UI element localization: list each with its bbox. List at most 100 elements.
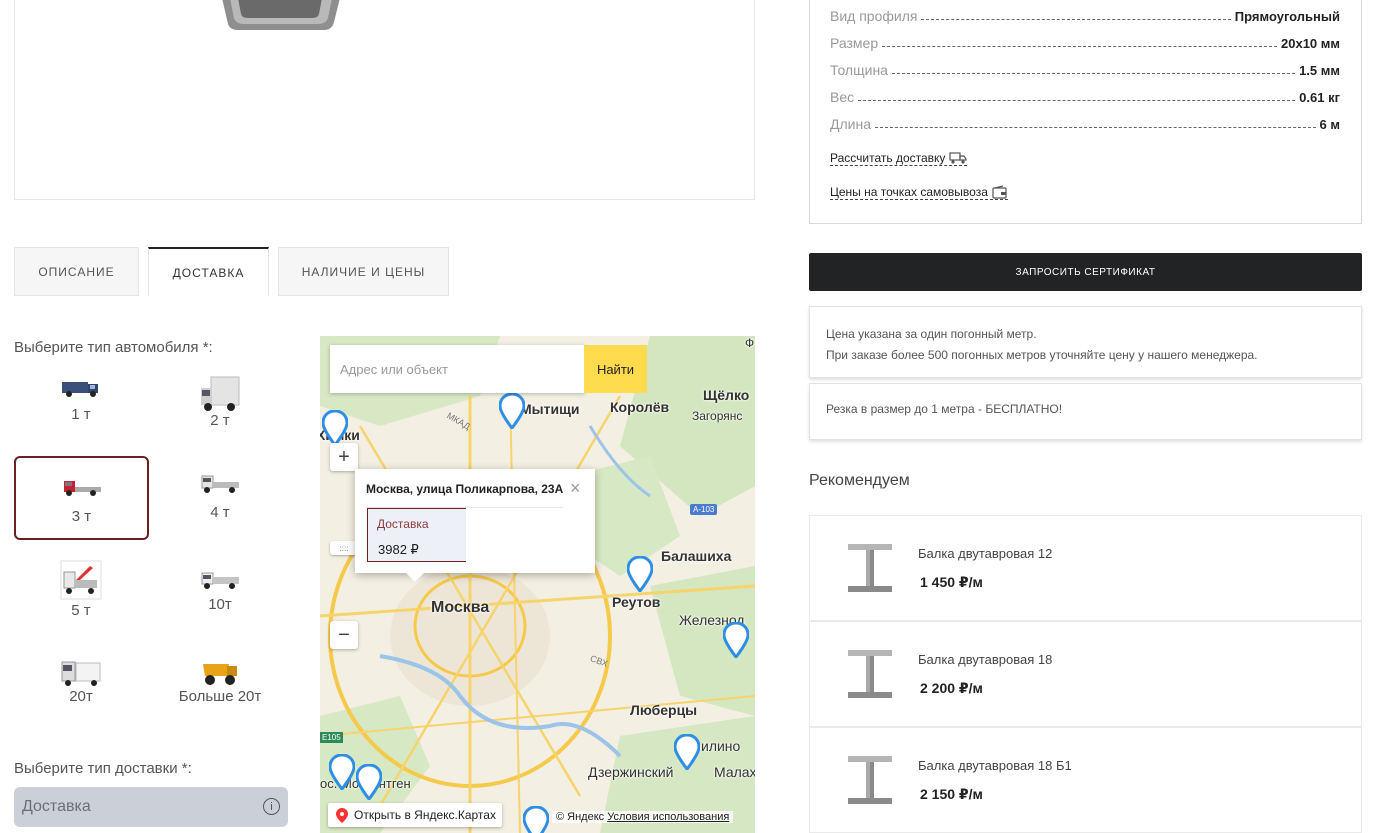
map-city-label: Балашиха	[661, 548, 732, 564]
tab-delivery[interactable]: Доставка	[148, 247, 269, 296]
vehicle-option-5t[interactable]: 5 т	[16, 552, 146, 636]
map-pin-icon[interactable]	[356, 764, 382, 800]
map-search-button[interactable]: Найти	[584, 345, 647, 393]
vehicle-option-4t[interactable]: 4 т	[155, 460, 285, 544]
recommend-item[interactable]: Балка двутавровая 18 2 200 ₽/м	[809, 621, 1362, 727]
map-pin-icon[interactable]	[723, 622, 749, 658]
map-city-label: Загорянс	[692, 409, 743, 423]
map-pin-icon[interactable]	[674, 734, 700, 770]
spec-dots	[875, 127, 1316, 128]
map-city-label: Щёлко	[703, 387, 750, 403]
map-city-label: Реутов	[612, 594, 661, 610]
open-in-yandex-maps-label: Открыть в Яндекс.Картах	[354, 808, 496, 822]
map-road-label: А-103	[690, 504, 718, 515]
spec-row: Вес 0.61 кг	[830, 85, 1340, 105]
profile-pipe-image	[222, 0, 340, 30]
spec-key: Вид профиля	[830, 8, 918, 24]
map-pin-icon[interactable]	[499, 393, 525, 429]
map-pin-icon[interactable]	[627, 556, 653, 592]
copyright-text: © Яндекс	[556, 811, 605, 823]
product-image-frame	[14, 0, 755, 200]
map-city-label: Королёв	[610, 399, 670, 415]
crane-truck-icon	[60, 560, 102, 600]
map-city-label: Малах	[714, 764, 755, 780]
balloon-delivery-price: 3982 ₽	[378, 542, 419, 557]
yandex-map[interactable]: Мытищи Королёв Щёлко Загорянс Химки Бала…	[320, 336, 755, 833]
vehicle-label: 20т	[69, 688, 93, 705]
recommend-item-name[interactable]: Балка двутавровая 18 Б1	[918, 758, 1072, 773]
vehicle-option-2t[interactable]: 2 т	[155, 366, 285, 450]
wallet-icon	[992, 185, 1007, 199]
spec-row: Толщина 1.5 мм	[830, 58, 1340, 78]
spec-value: 1.5 мм	[1299, 63, 1340, 78]
spec-dots	[921, 19, 1231, 20]
tab-availability-prices[interactable]: Наличие и цены	[278, 247, 449, 296]
spec-key: Размер	[830, 35, 879, 51]
terms-link[interactable]: Условия использования	[607, 811, 729, 823]
calc-delivery-link[interactable]: Рассчитать доставку	[830, 151, 968, 166]
map-copyright: © Яндекс Условия использования	[552, 811, 734, 823]
request-certificate-button[interactable]: ЗАПРОСИТЬ СЕРТИФИКАТ	[809, 253, 1362, 291]
recommend-item-name[interactable]: Балка двутавровая 18	[918, 652, 1052, 667]
vehicle-option-3t[interactable]: 3 т	[14, 456, 149, 540]
balloon-address: Москва, улица Поликарпова, 23А	[366, 482, 564, 496]
pickup-prices-link[interactable]: Цены на точках самовывоза	[830, 185, 1008, 200]
recommend-item[interactable]: Балка двутавровая 18 Б1 2 150 ₽/м	[809, 727, 1362, 833]
zoom-slider-handle[interactable]: ::::	[330, 541, 358, 555]
flatbed-truck-red-icon	[63, 481, 101, 496]
i-beam-image	[848, 544, 892, 592]
spec-row: Размер 20x10 мм	[830, 31, 1340, 51]
open-in-yandex-maps-button[interactable]: Открыть в Яндекс.Картах	[328, 803, 502, 827]
recommend-item-price: 2 150 ₽/м	[920, 786, 983, 802]
location-pin-icon	[336, 807, 348, 823]
price-note: Цена указана за один погонный метр. При …	[809, 306, 1362, 378]
vehicle-label: 3 т	[71, 508, 92, 525]
map-pin-icon[interactable]	[523, 806, 549, 833]
truck-icon	[201, 572, 239, 589]
spec-key: Вес	[830, 89, 855, 105]
i-beam-image	[848, 650, 892, 698]
vehicle-type-label: Выберите тип автомобиля *:	[14, 339, 213, 356]
spec-value: 0.61 кг	[1299, 90, 1340, 105]
flatbed-truck-icon	[201, 475, 239, 493]
spec-row: Длина 6 м	[830, 112, 1340, 132]
recommend-item-name[interactable]: Балка двутавровая 12	[918, 546, 1052, 561]
map-balloon: Москва, улица Поликарпова, 23А × Доставк…	[355, 469, 595, 582]
small-truck-icon	[62, 382, 98, 397]
delivery-type-select[interactable]: Доставка i	[14, 787, 288, 827]
info-icon[interactable]: i	[263, 798, 280, 815]
spec-key: Толщина	[830, 62, 888, 78]
vehicle-option-20t[interactable]: 20т	[16, 650, 146, 734]
price-note-line: Цена указана за один погонный метр.	[826, 327, 1037, 341]
vehicle-label: 2 т	[210, 412, 230, 429]
recommend-item[interactable]: Балка двутавровая 12 1 450 ₽/м	[809, 515, 1362, 621]
dump-truck-icon	[203, 664, 237, 685]
map-search-input[interactable]: Адрес или объект	[330, 345, 585, 393]
spec-value: 6 м	[1319, 117, 1340, 132]
price-note-line: При заказе более 500 погонных метров уто…	[826, 348, 1258, 362]
map-pin-icon[interactable]	[329, 754, 355, 790]
recommend-title: Рекомендуем	[809, 472, 910, 489]
cutting-note: Резка в размер до 1 метра - БЕСПЛАТНО!	[809, 383, 1362, 440]
map-city-label: Мытищи	[520, 401, 580, 417]
close-icon[interactable]: ×	[570, 478, 581, 499]
balloon-tail	[405, 572, 425, 582]
tab-description[interactable]: Описание	[14, 247, 139, 296]
truck-icon	[949, 152, 968, 164]
delivery-type-label: Выберите тип доставки *:	[14, 760, 192, 777]
map-city-label: Дзержинский	[588, 764, 674, 780]
map-city-label: илино	[701, 738, 741, 754]
vehicle-option-1t[interactable]: 1 т	[16, 366, 146, 450]
spec-row: Вид профиля Прямоугольный	[830, 4, 1340, 24]
van-truck-icon	[201, 376, 240, 411]
zoom-in-button[interactable]: +	[330, 443, 358, 471]
map-pin-icon[interactable]	[322, 410, 348, 446]
vehicle-option-20t-plus[interactable]: Больше 20т	[155, 650, 285, 734]
vehicle-option-10t[interactable]: 10т	[155, 556, 285, 640]
vehicle-label: 4 т	[210, 504, 230, 521]
vehicle-label: 5 т	[71, 602, 91, 619]
map-road-label: Е105	[320, 732, 343, 743]
calc-delivery-label: Рассчитать доставку	[830, 151, 946, 165]
zoom-out-button[interactable]: −	[330, 621, 358, 649]
map-city-label: Люберцы	[630, 702, 698, 718]
